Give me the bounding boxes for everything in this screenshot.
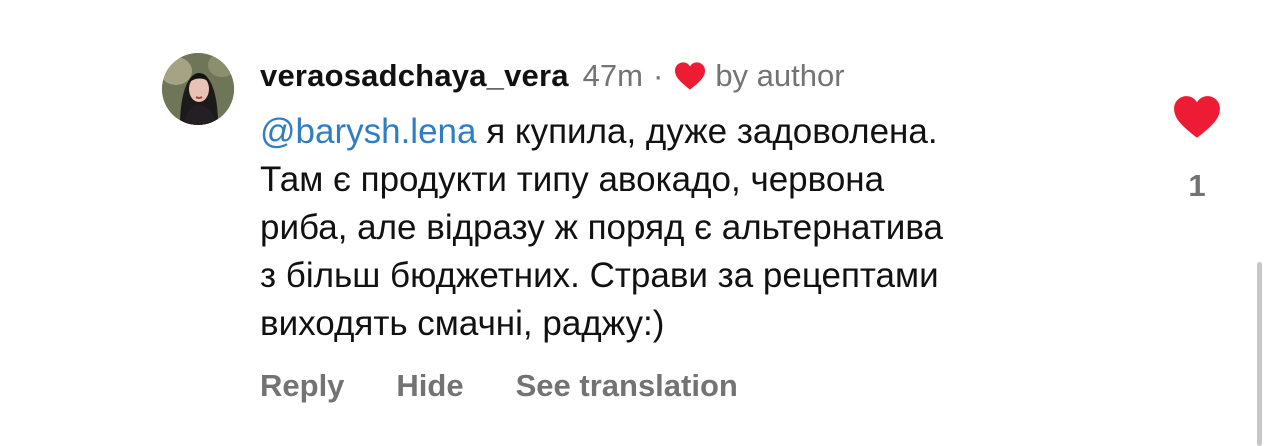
avatar-photo [162, 53, 234, 125]
comment-line-1-text: я купила, дуже задоволена. [476, 112, 938, 151]
username[interactable]: veraosadchaya_vera [260, 58, 569, 94]
comment-actions: Reply Hide See translation [260, 368, 738, 404]
like-button[interactable] [1172, 94, 1222, 140]
reply-button[interactable]: Reply [260, 368, 344, 404]
comment-line-3: риба, але відразу ж поряд є альтернатива [260, 208, 943, 247]
comment-line-2: Там є продукти типу авокадо, червона [260, 160, 885, 199]
liked-by-author-label: by author [715, 58, 845, 93]
mention-link[interactable]: @barysh.lena [260, 112, 476, 151]
scrollbar[interactable] [1257, 262, 1262, 446]
comment-time: 47m [582, 58, 643, 93]
hide-button[interactable]: Hide [396, 368, 463, 404]
comment-line-5: виходять смачні, раджу:) [260, 304, 665, 343]
comment-item: veraosadchaya_vera 47m · by author @bary… [0, 0, 1280, 446]
heart-icon [1174, 96, 1220, 138]
see-translation-button[interactable]: See translation [516, 368, 738, 404]
comment-line-4: з більш бюджетних. Страви за рецептами [260, 256, 939, 295]
separator-dot: · [652, 58, 664, 93]
avatar[interactable] [162, 53, 234, 125]
like-count[interactable]: 1 [1172, 168, 1222, 204]
comment-line-1: @barysh.lena я купила, дуже задоволена. [260, 108, 1140, 156]
comment-body: @barysh.lena я купила, дуже задоволена. … [260, 108, 1140, 348]
heart-icon [673, 61, 707, 91]
comment-header: veraosadchaya_vera 47m · by author [260, 56, 845, 96]
